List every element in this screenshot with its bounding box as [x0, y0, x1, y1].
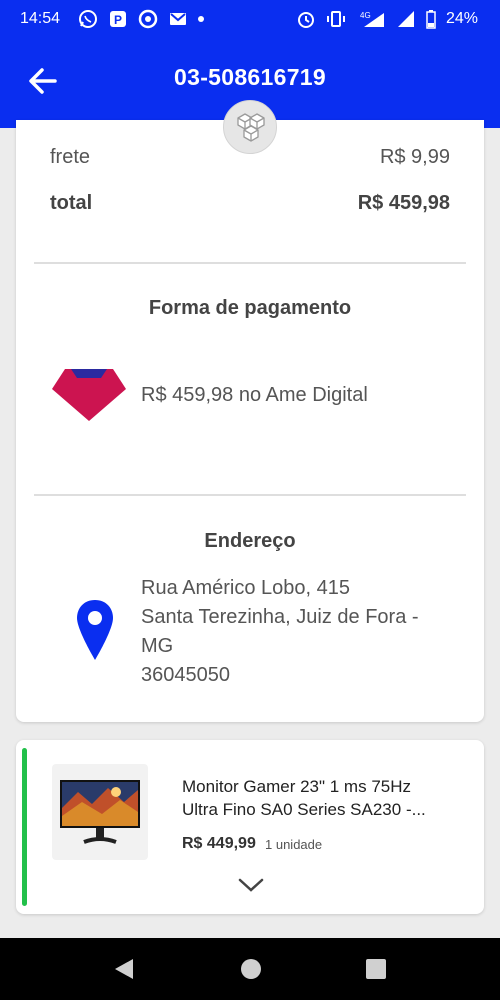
vibrate-icon [326, 11, 345, 27]
nav-back-icon[interactable] [113, 957, 135, 981]
product-card[interactable]: Monitor Gamer 23" 1 ms 75Hz Ultra Fino S… [16, 740, 484, 914]
battery-level: 24% [445, 10, 478, 27]
parking-app-icon: P [110, 11, 126, 27]
location-pin-icon [77, 600, 113, 660]
shipping-value: R$ 9,99 [379, 146, 450, 168]
payment-method-text: R$ 459,98 no Ame Digital [141, 384, 368, 406]
address-district-city: Santa Terezinha, Juiz de Fora - [141, 606, 419, 628]
order-details-card: frete R$ 9,99 total R$ 459,98 Forma de p… [16, 120, 484, 722]
order-status-badge [223, 100, 277, 154]
address-zip: 36045050 [141, 664, 230, 686]
signal-4g-icon: 4G [360, 11, 384, 27]
total-label: total [50, 192, 93, 214]
status-bar: 14:54 P 4G 24% [0, 0, 500, 38]
total-value: R$ 459,98 [357, 192, 450, 214]
divider [34, 262, 466, 264]
status-time: 14:54 [20, 10, 61, 27]
product-price: R$ 449,99 [182, 835, 256, 852]
nav-recent-apps-icon[interactable] [365, 957, 387, 981]
gmail-icon [170, 13, 186, 25]
product-name: Monitor Gamer 23" 1 ms 75Hz Ultra Fino S… [182, 775, 462, 821]
delivery-address: Rua Américo Lobo, 415 Santa Terezinha, J… [141, 574, 419, 690]
notification-dot-icon [198, 16, 204, 22]
product-quantity: 1 unidade [265, 837, 323, 852]
chrome-icon [138, 9, 158, 29]
system-navigation-bar [0, 938, 500, 1000]
signal-icon [397, 11, 414, 27]
alarm-icon [297, 12, 314, 28]
divider [34, 494, 466, 496]
battery-icon [426, 10, 436, 29]
product-name-line2: Ultra Fino SA0 Series SA230 -... [182, 800, 426, 819]
order-number-title: 03-508616719 [174, 64, 326, 90]
address-section-title: Endereço [204, 530, 296, 552]
status-indicator-bar [22, 748, 27, 906]
boxes-icon [237, 113, 265, 142]
shipping-label: frete [50, 146, 91, 168]
address-street: Rua Américo Lobo, 415 [141, 577, 351, 599]
payment-section-title: Forma de pagamento [148, 297, 352, 319]
total-row: total R$ 459,98 [50, 192, 450, 215]
address-state: MG [141, 635, 174, 657]
monitor-image-icon [60, 780, 140, 844]
whatsapp-icon [79, 10, 97, 28]
svg-text:P: P [114, 13, 122, 27]
nav-home-icon[interactable] [240, 957, 262, 981]
product-name-line1: Monitor Gamer 23" 1 ms 75Hz [182, 777, 412, 796]
ame-digital-logo [52, 369, 126, 421]
product-thumbnail [52, 764, 148, 860]
network-type: 4G [360, 11, 371, 20]
chevron-down-icon[interactable] [237, 876, 265, 894]
